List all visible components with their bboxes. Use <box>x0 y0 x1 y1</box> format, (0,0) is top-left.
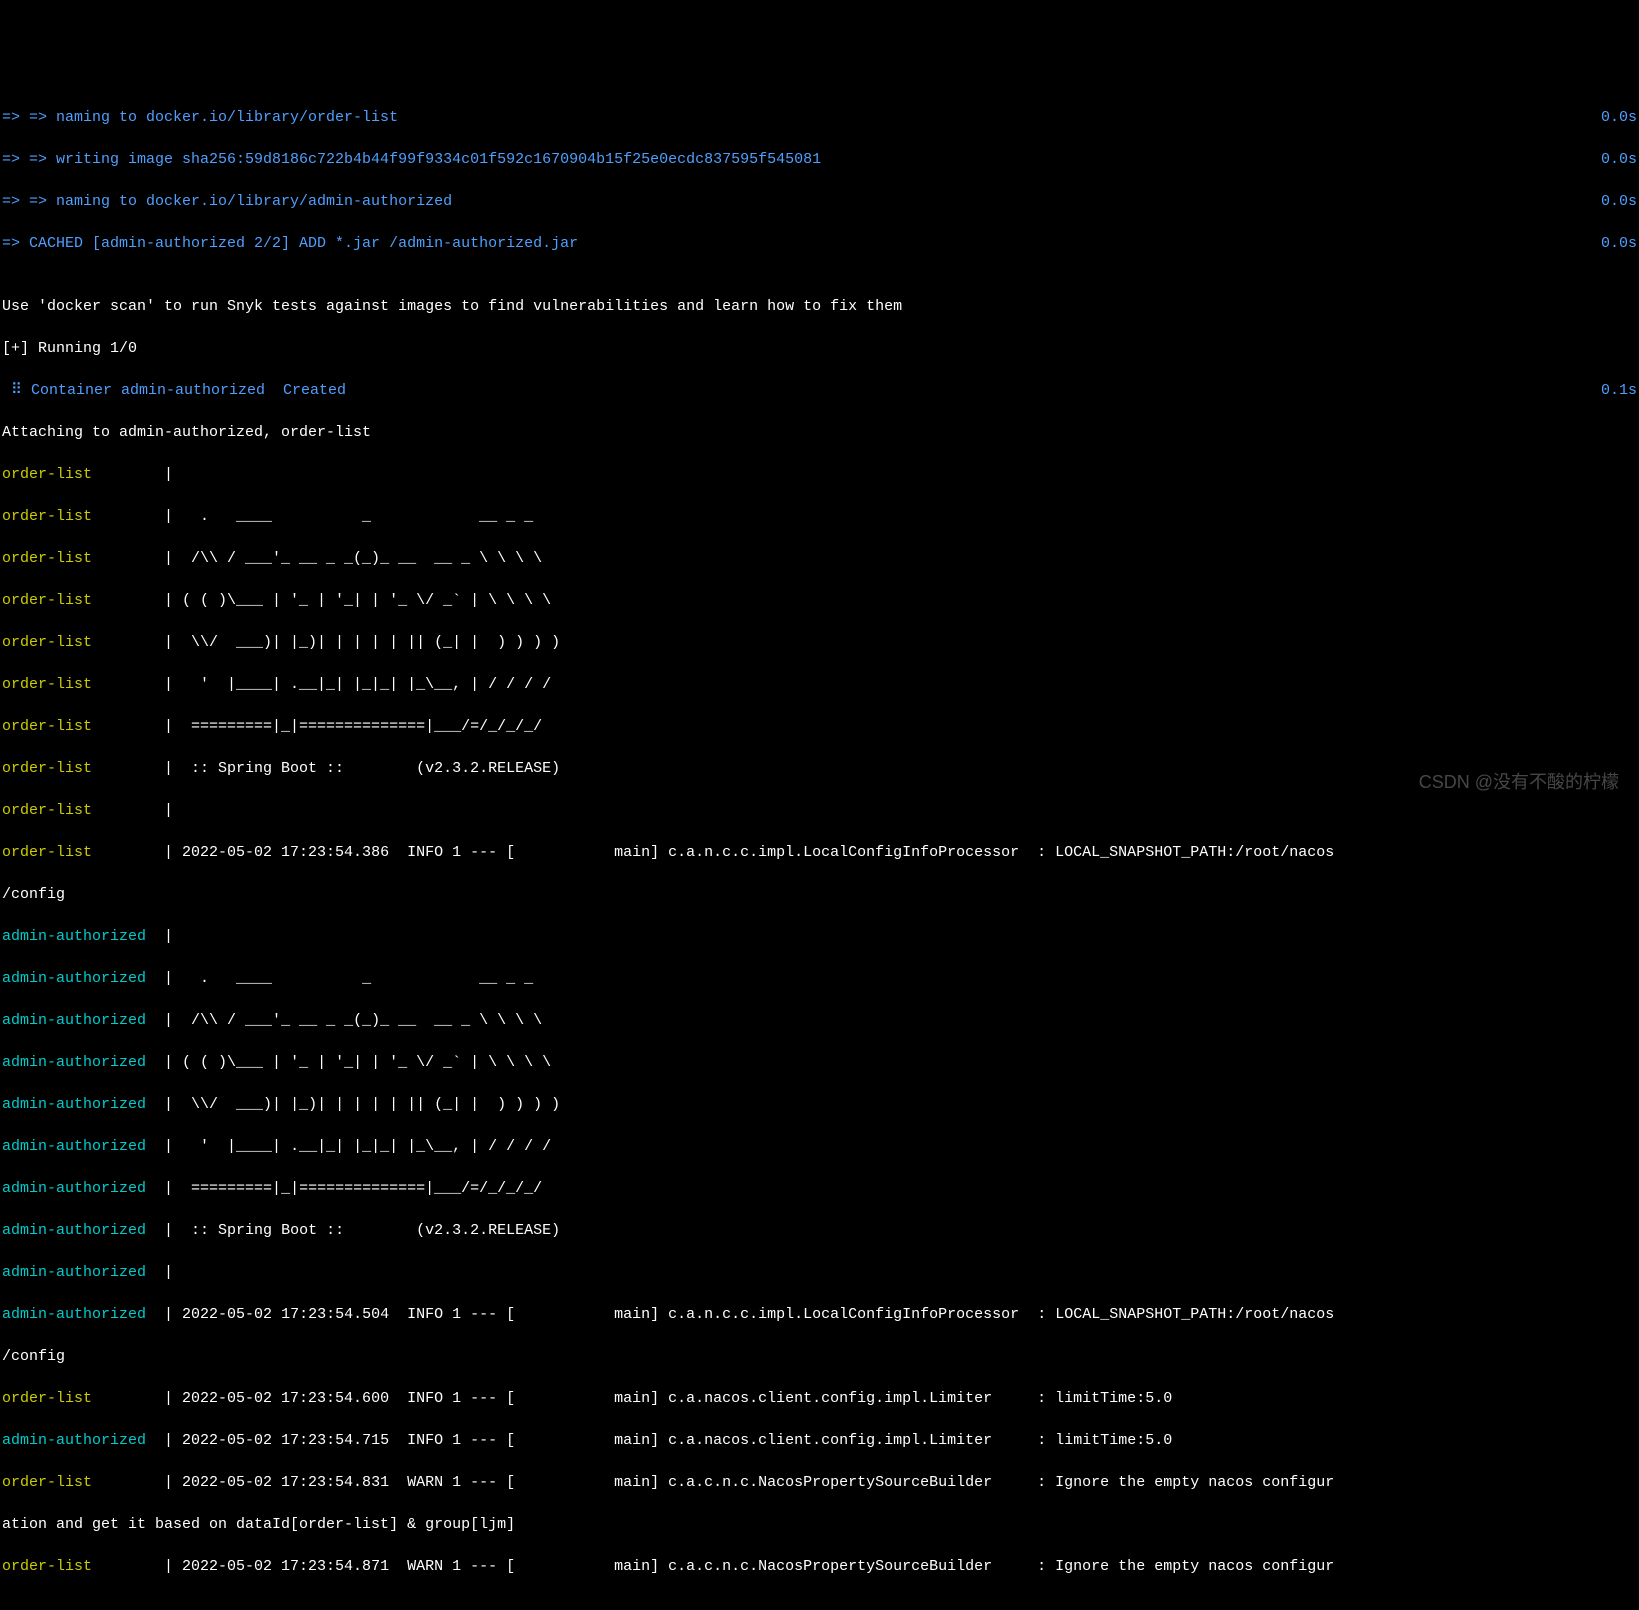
container-created: ⠿ Container admin-authorized Created <box>2 380 346 401</box>
build-step: => => writing image sha256:59d8186c722b4… <box>2 149 821 170</box>
service-label-admin: admin-authorized <box>2 1094 146 1115</box>
log-line-wrap: /config <box>2 1346 65 1367</box>
service-label-order: order-list <box>2 506 92 527</box>
pipe: | <box>92 1472 173 1493</box>
service-label-admin: admin-authorized <box>2 1262 146 1283</box>
attaching-line: Attaching to admin-authorized, order-lis… <box>2 422 371 443</box>
service-label-admin: admin-authorized <box>2 1136 146 1157</box>
service-label-order: order-list <box>2 1388 92 1409</box>
spring-banner: ( ( )\___ | '_ | '_| | '_ \/ _` | \ \ \ … <box>182 1052 551 1073</box>
build-time: 0.0s <box>1601 233 1637 254</box>
log-line: 2022-05-02 17:23:54.871 WARN 1 --- [ mai… <box>173 1556 1334 1577</box>
log-line: 2022-05-02 17:23:54.504 INFO 1 --- [ mai… <box>173 1304 1334 1325</box>
service-label-admin: admin-authorized <box>2 1220 146 1241</box>
service-label-order: order-list <box>2 590 92 611</box>
build-step: => => naming to docker.io/library/admin-… <box>2 191 452 212</box>
pipe: | <box>92 632 182 653</box>
log-line: 2022-05-02 17:23:54.600 INFO 1 --- [ mai… <box>173 1388 1172 1409</box>
spring-banner: ' |____| .__|_| |_|_| |_\__, | / / / / <box>182 1136 551 1157</box>
log-line: 2022-05-02 17:23:54.386 INFO 1 --- [ mai… <box>173 842 1334 863</box>
service-label-admin: admin-authorized <box>2 1304 146 1325</box>
spring-banner: \\/ ___)| |_)| | | | | || (_| | ) ) ) ) <box>182 1094 560 1115</box>
service-label-order: order-list <box>2 800 92 821</box>
spring-banner: =========|_|==============|___/=/_/_/_/ <box>182 716 542 737</box>
pipe: | <box>92 674 182 695</box>
service-label-order: order-list <box>2 1556 92 1577</box>
pipe: | <box>92 506 182 527</box>
pipe: | <box>146 1010 182 1031</box>
spring-banner: =========|_|==============|___/=/_/_/_/ <box>182 1178 542 1199</box>
pipe: | <box>146 1430 173 1451</box>
pipe: | <box>92 548 182 569</box>
pipe: | <box>146 968 182 989</box>
service-label-order: order-list <box>2 632 92 653</box>
service-label-order: order-list <box>2 716 92 737</box>
pipe: | <box>146 1304 173 1325</box>
pipe: | <box>146 1136 182 1157</box>
service-label-order: order-list <box>2 464 92 485</box>
pipe: | <box>92 842 173 863</box>
terminal-output[interactable]: => => naming to docker.io/library/order-… <box>2 86 1637 1598</box>
pipe: | <box>92 1388 173 1409</box>
service-label-order: order-list <box>2 548 92 569</box>
service-label-admin: admin-authorized <box>2 926 146 947</box>
pipe: | <box>92 464 182 485</box>
pipe: | <box>146 1220 182 1241</box>
pipe: | <box>92 800 182 821</box>
log-line: 2022-05-02 17:23:54.715 INFO 1 --- [ mai… <box>173 1430 1172 1451</box>
pipe: | <box>92 1556 173 1577</box>
pipe: | <box>146 926 182 947</box>
spring-banner: /\\ / ___'_ __ _ _(_)_ __ __ _ \ \ \ \ <box>182 1010 542 1031</box>
pipe: | <box>146 1052 182 1073</box>
build-time: 0.0s <box>1601 191 1637 212</box>
spring-banner: /\\ / ___'_ __ _ _(_)_ __ __ _ \ \ \ \ <box>182 548 542 569</box>
service-label-admin: admin-authorized <box>2 1178 146 1199</box>
pipe: | <box>92 758 182 779</box>
pipe: | <box>92 716 182 737</box>
pipe: | <box>146 1094 182 1115</box>
spring-banner: . ____ _ __ _ _ <box>182 506 533 527</box>
service-label-order: order-list <box>2 842 92 863</box>
scan-hint: Use 'docker scan' to run Snyk tests agai… <box>2 296 902 317</box>
spring-banner: ' |____| .__|_| |_|_| |_\__, | / / / / <box>182 674 551 695</box>
service-label-admin: admin-authorized <box>2 1430 146 1451</box>
watermark: CSDN @没有不酸的柠檬 <box>1419 770 1619 795</box>
log-line: 2022-05-02 17:23:54.831 WARN 1 --- [ mai… <box>173 1472 1334 1493</box>
service-label-order: order-list <box>2 1472 92 1493</box>
service-label-admin: admin-authorized <box>2 1010 146 1031</box>
spring-boot-version: :: Spring Boot :: (v2.3.2.RELEASE) <box>182 758 560 779</box>
log-line-wrap: ation and get it based on dataId[order-l… <box>2 1514 515 1535</box>
build-time: 0.0s <box>1601 149 1637 170</box>
build-time: 0.0s <box>1601 107 1637 128</box>
service-label-order: order-list <box>2 674 92 695</box>
spring-banner: ( ( )\___ | '_ | '_| | '_ \/ _` | \ \ \ … <box>182 590 551 611</box>
service-label-admin: admin-authorized <box>2 968 146 989</box>
log-line-wrap: /config <box>2 884 65 905</box>
container-time: 0.1s <box>1601 380 1637 401</box>
spring-banner: \\/ ___)| |_)| | | | | || (_| | ) ) ) ) <box>182 632 560 653</box>
spring-banner: . ____ _ __ _ _ <box>182 968 533 989</box>
build-step: => => naming to docker.io/library/order-… <box>2 107 398 128</box>
spring-boot-version: :: Spring Boot :: (v2.3.2.RELEASE) <box>182 1220 560 1241</box>
pipe: | <box>92 590 182 611</box>
pipe: | <box>146 1178 182 1199</box>
pipe: | <box>146 1262 182 1283</box>
service-label-order: order-list <box>2 758 92 779</box>
service-label-admin: admin-authorized <box>2 1052 146 1073</box>
running-status: [+] Running 1/0 <box>2 338 137 359</box>
build-step: => CACHED [admin-authorized 2/2] ADD *.j… <box>2 233 578 254</box>
